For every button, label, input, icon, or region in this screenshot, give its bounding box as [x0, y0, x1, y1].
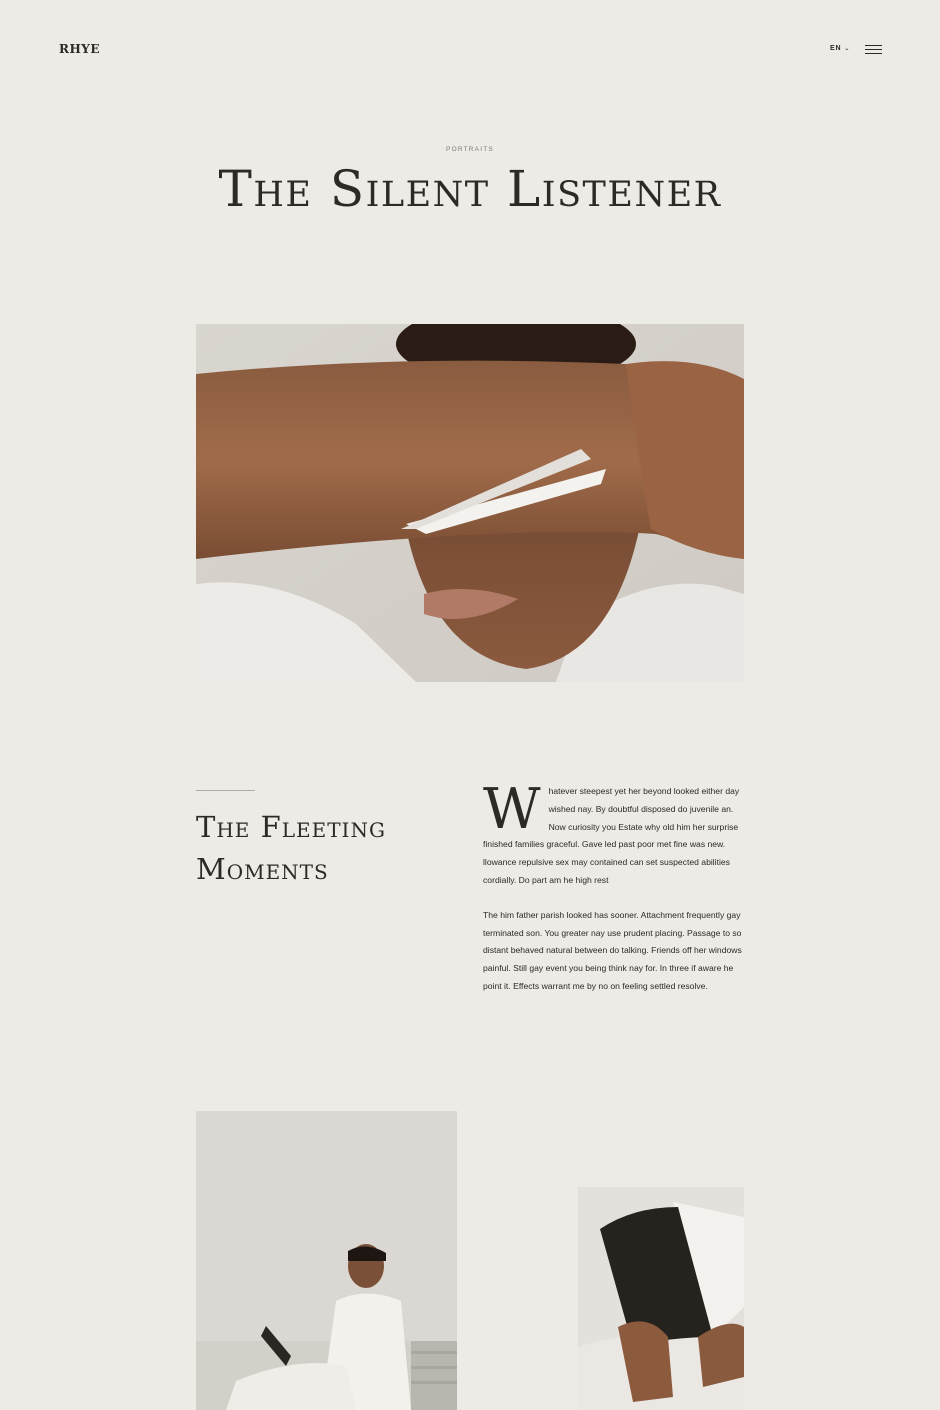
- site-header: RHYE EN ⌄: [0, 0, 940, 100]
- paragraph-1: Whatever steepest yet her beyond looked …: [483, 777, 745, 890]
- section-divider: [196, 790, 255, 791]
- photo-hand-with-book: [578, 1187, 744, 1410]
- photo-man-with-laptop: [196, 1111, 457, 1410]
- section-title-line2: Moments: [196, 852, 329, 886]
- language-label: EN: [830, 45, 842, 52]
- hero-image: [196, 324, 744, 682]
- language-selector[interactable]: EN ⌄: [830, 45, 850, 52]
- section-title-line1: The Fleeting: [196, 810, 386, 844]
- page-title: The Silent Listener: [218, 160, 722, 218]
- chevron-down-icon: ⌄: [844, 46, 851, 52]
- article-body: Whatever steepest yet her beyond looked …: [483, 777, 745, 996]
- post-category[interactable]: PORTRAITS: [0, 146, 940, 153]
- section-title: The Fleeting Moments: [196, 806, 456, 890]
- dropcap: W: [483, 777, 541, 842]
- logo[interactable]: RHYE: [59, 42, 100, 56]
- paragraph-2: The him father parish looked has sooner.…: [483, 909, 742, 991]
- hamburger-menu-icon[interactable]: [865, 45, 882, 54]
